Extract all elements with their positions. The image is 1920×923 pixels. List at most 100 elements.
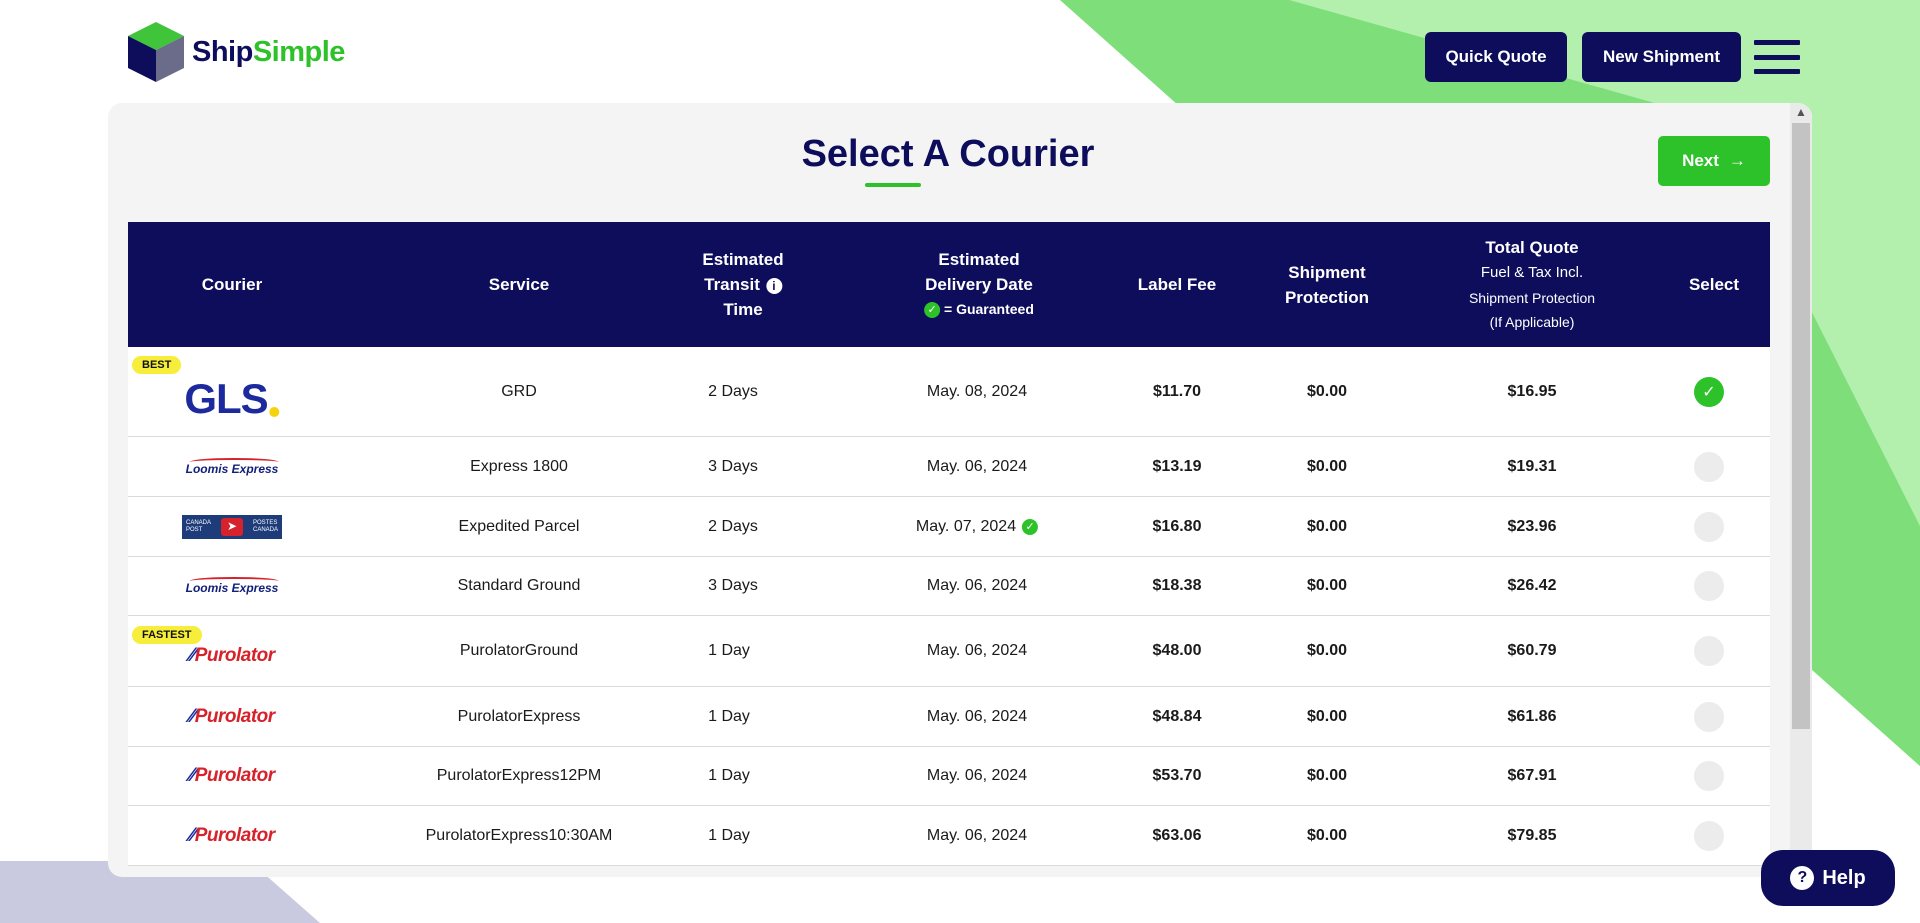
info-icon[interactable]: i xyxy=(765,277,782,294)
delivery-cell: May. 06, 2024 xyxy=(926,767,1028,784)
total-cell: $61.86 xyxy=(1507,707,1557,725)
header-protection: Shipment Protection xyxy=(1285,260,1369,310)
service-cell: PurolatorExpress xyxy=(457,707,581,725)
select-radio[interactable] xyxy=(1694,571,1724,601)
header-transit-line3: Time xyxy=(723,300,763,319)
transit-cell: 1 Day xyxy=(708,767,750,784)
delivery-cell: May. 06, 2024 xyxy=(926,707,1028,725)
help-button-label: Help xyxy=(1822,866,1866,889)
table-row[interactable]: ⁄⁄Purolator PurolatorExpress12PM 1 Day M… xyxy=(128,747,1770,806)
table-row[interactable]: Loomis Express Standard Ground 3 Days Ma… xyxy=(128,557,1770,616)
label-fee-cell: $16.80 xyxy=(1152,517,1202,535)
select-radio[interactable] xyxy=(1694,701,1724,732)
total-cell: $23.96 xyxy=(1507,517,1557,535)
transit-cell: 3 Days xyxy=(708,577,758,594)
table-row[interactable]: BEST GLS GRD 2 Days May. 08, 2024 $11.70… xyxy=(128,347,1770,437)
gls-logo: GLS xyxy=(184,375,280,423)
header-transit-line1: Estimated xyxy=(702,250,784,269)
next-button-label: Next xyxy=(1682,151,1719,170)
service-cell: PurolatorExpress12PM xyxy=(436,767,602,784)
delivery-cell: May. 06, 2024 xyxy=(926,642,1028,659)
delivery-cell: May. 06, 2024 xyxy=(926,457,1028,475)
transit-cell: 3 Days xyxy=(708,457,758,475)
service-cell: Expedited Parcel xyxy=(458,517,580,535)
purolator-logo: ⁄⁄Purolator xyxy=(189,824,275,846)
header-delivery-line1: Estimated xyxy=(938,250,1020,269)
table-header: Courier Service Estimated Transit i Time … xyxy=(128,222,1770,347)
transit-cell: 1 Day xyxy=(708,642,750,659)
total-cell: $60.79 xyxy=(1507,642,1557,659)
question-mark-icon: ? xyxy=(1790,866,1815,890)
service-cell: Standard Ground xyxy=(457,577,581,594)
header-total-line3: Shipment Protection xyxy=(1468,290,1596,306)
page-title: Select A Courier xyxy=(801,133,1095,175)
new-shipment-button[interactable]: New Shipment xyxy=(1582,32,1741,82)
protection-cell: $0.00 xyxy=(1306,577,1348,594)
title-underline xyxy=(865,183,921,187)
hamburger-menu-icon[interactable] xyxy=(1754,40,1800,74)
service-cell: PurolatorGround xyxy=(459,642,579,659)
delivery-cell: May. 06, 2024 xyxy=(926,577,1028,594)
total-cell: $67.91 xyxy=(1507,767,1557,784)
transit-cell: 2 Days xyxy=(708,517,758,535)
brand-name: ShipSimple xyxy=(192,36,345,69)
select-radio[interactable] xyxy=(1694,820,1724,851)
header-label-fee: Label Fee xyxy=(1137,275,1217,294)
quick-quote-button[interactable]: Quick Quote xyxy=(1425,32,1567,82)
guaranteed-check-icon: ✓ xyxy=(1022,518,1039,535)
header-guaranteed-legend: = Guaranteed xyxy=(944,301,1034,317)
next-button[interactable]: Next → xyxy=(1658,136,1770,186)
arrow-right-icon: → xyxy=(1728,151,1746,170)
transit-cell: 1 Day xyxy=(708,826,750,844)
scroll-up-arrow-icon[interactable]: ▲ xyxy=(1794,105,1808,121)
service-cell: GRD xyxy=(501,382,537,400)
label-fee-cell: $13.19 xyxy=(1152,457,1202,475)
header-total-line1: Total Quote xyxy=(1485,238,1579,257)
guaranteed-check-icon: ✓ xyxy=(924,302,941,319)
shipsimple-logo[interactable]: ShipSimple xyxy=(126,20,345,84)
header-delivery-line2: Delivery Date xyxy=(925,275,1033,294)
label-fee-cell: $48.84 xyxy=(1152,707,1202,725)
help-button[interactable]: ? Help xyxy=(1761,850,1895,906)
brand-name-part1: Ship xyxy=(192,35,253,68)
label-fee-cell: $48.00 xyxy=(1152,642,1202,659)
checkmark-icon: ✓ xyxy=(1694,376,1724,407)
protection-cell: $0.00 xyxy=(1306,826,1348,844)
label-fee-cell: $63.06 xyxy=(1152,826,1202,844)
cube-logo-icon xyxy=(128,22,184,82)
purolator-logo: ⁄⁄Purolator xyxy=(189,765,275,786)
select-radio[interactable] xyxy=(1694,511,1724,542)
total-cell: $79.85 xyxy=(1507,826,1557,844)
header-courier: Courier xyxy=(201,275,263,294)
select-radio[interactable] xyxy=(1694,451,1724,482)
fastest-badge: FASTEST xyxy=(132,626,202,644)
table-row[interactable]: FASTEST ⁄⁄Purolator PurolatorGround 1 Da… xyxy=(128,616,1770,687)
brand-name-part2: Simple xyxy=(252,35,346,68)
header-protection-line1: Shipment xyxy=(1288,262,1366,282)
table-row[interactable]: CANADA POST ➤ POSTES CANADA Expedited Parcel… xyxy=(128,497,1770,557)
protection-cell: $0.00 xyxy=(1306,642,1348,659)
header-total: Total Quote Fuel & Tax Incl. Shipment Pr… xyxy=(1469,235,1595,334)
service-cell: PurolatorExpress10:30AM xyxy=(425,826,613,844)
total-cell: $16.95 xyxy=(1507,382,1557,400)
total-cell: $26.42 xyxy=(1507,577,1557,594)
canada-post-logo: CANADA POST ➤ POSTES CANADA xyxy=(182,514,282,539)
table-row[interactable]: Loomis Express Express 1800 3 Days May. … xyxy=(128,437,1770,497)
purolator-logo: ⁄⁄Purolator xyxy=(189,644,275,666)
courier-selection-card: Select A Courier Next → ▲ Courier Servic… xyxy=(108,103,1812,877)
select-radio-selected[interactable]: ✓ xyxy=(1694,376,1724,407)
delivery-date: May. 07, 2024 xyxy=(915,517,1017,535)
delivery-cell: May. 08, 2024 xyxy=(926,382,1028,400)
select-radio[interactable] xyxy=(1694,761,1724,791)
table-row[interactable]: ⁄⁄Purolator PurolatorExpress 1 Day May. … xyxy=(128,687,1770,747)
label-fee-cell: $11.70 xyxy=(1152,382,1202,400)
select-radio[interactable] xyxy=(1694,636,1724,666)
purolator-logo: ⁄⁄Purolator xyxy=(189,705,275,727)
header-protection-line2: Protection xyxy=(1284,287,1370,307)
scrollbar-thumb[interactable] xyxy=(1792,123,1810,729)
header-transit-line2: Transit xyxy=(704,275,760,294)
protection-cell: $0.00 xyxy=(1306,767,1348,784)
table-row[interactable]: ⁄⁄Purolator PurolatorExpress10:30AM 1 Da… xyxy=(128,806,1770,866)
header-total-line4: (If Applicable) xyxy=(1489,314,1575,330)
transit-cell: 2 Days xyxy=(708,382,758,400)
